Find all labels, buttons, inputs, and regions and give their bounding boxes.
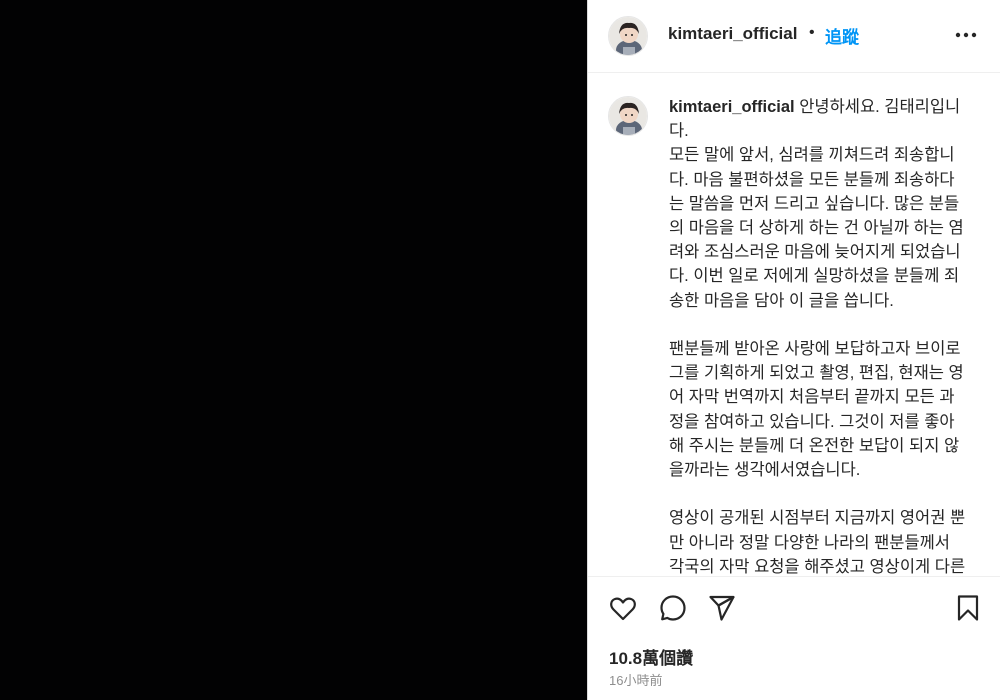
caption-section: kimtaeri_official 안녕하세요. 김태리입니다. 모든 말에 앞…	[588, 74, 1000, 576]
caption-body: 안녕하세요. 김태리입니다. 모든 말에 앞서, 심려를 끼쳐드려 죄송합니다.…	[669, 98, 966, 576]
follow-button[interactable]: 追蹤	[825, 23, 859, 48]
avatar[interactable]	[608, 16, 648, 56]
post-actions: 10.8萬個讚 16小時前	[588, 576, 1000, 700]
caption-text: kimtaeri_official 안녕하세요. 김태리입니다. 모든 말에 앞…	[669, 95, 969, 576]
bookmark-icon[interactable]	[953, 593, 983, 623]
more-horizontal-icon[interactable]	[953, 22, 979, 48]
post-side-panel: kimtaeri_official • 追蹤 kimtaeri_official…	[587, 0, 1000, 700]
heart-icon[interactable]	[608, 593, 638, 623]
post-media[interactable]	[0, 0, 587, 700]
likes-count[interactable]: 10.8萬個讚	[609, 644, 693, 669]
separator-dot: •	[809, 24, 815, 41]
comment-icon[interactable]	[658, 593, 688, 623]
post-timestamp[interactable]: 16小時前	[609, 670, 662, 689]
post-header: kimtaeri_official • 追蹤	[588, 0, 1000, 73]
share-icon[interactable]	[707, 593, 737, 623]
caption-username[interactable]: kimtaeri_official	[669, 98, 795, 116]
post-author-username[interactable]: kimtaeri_official	[668, 24, 797, 44]
avatar[interactable]	[608, 96, 648, 136]
